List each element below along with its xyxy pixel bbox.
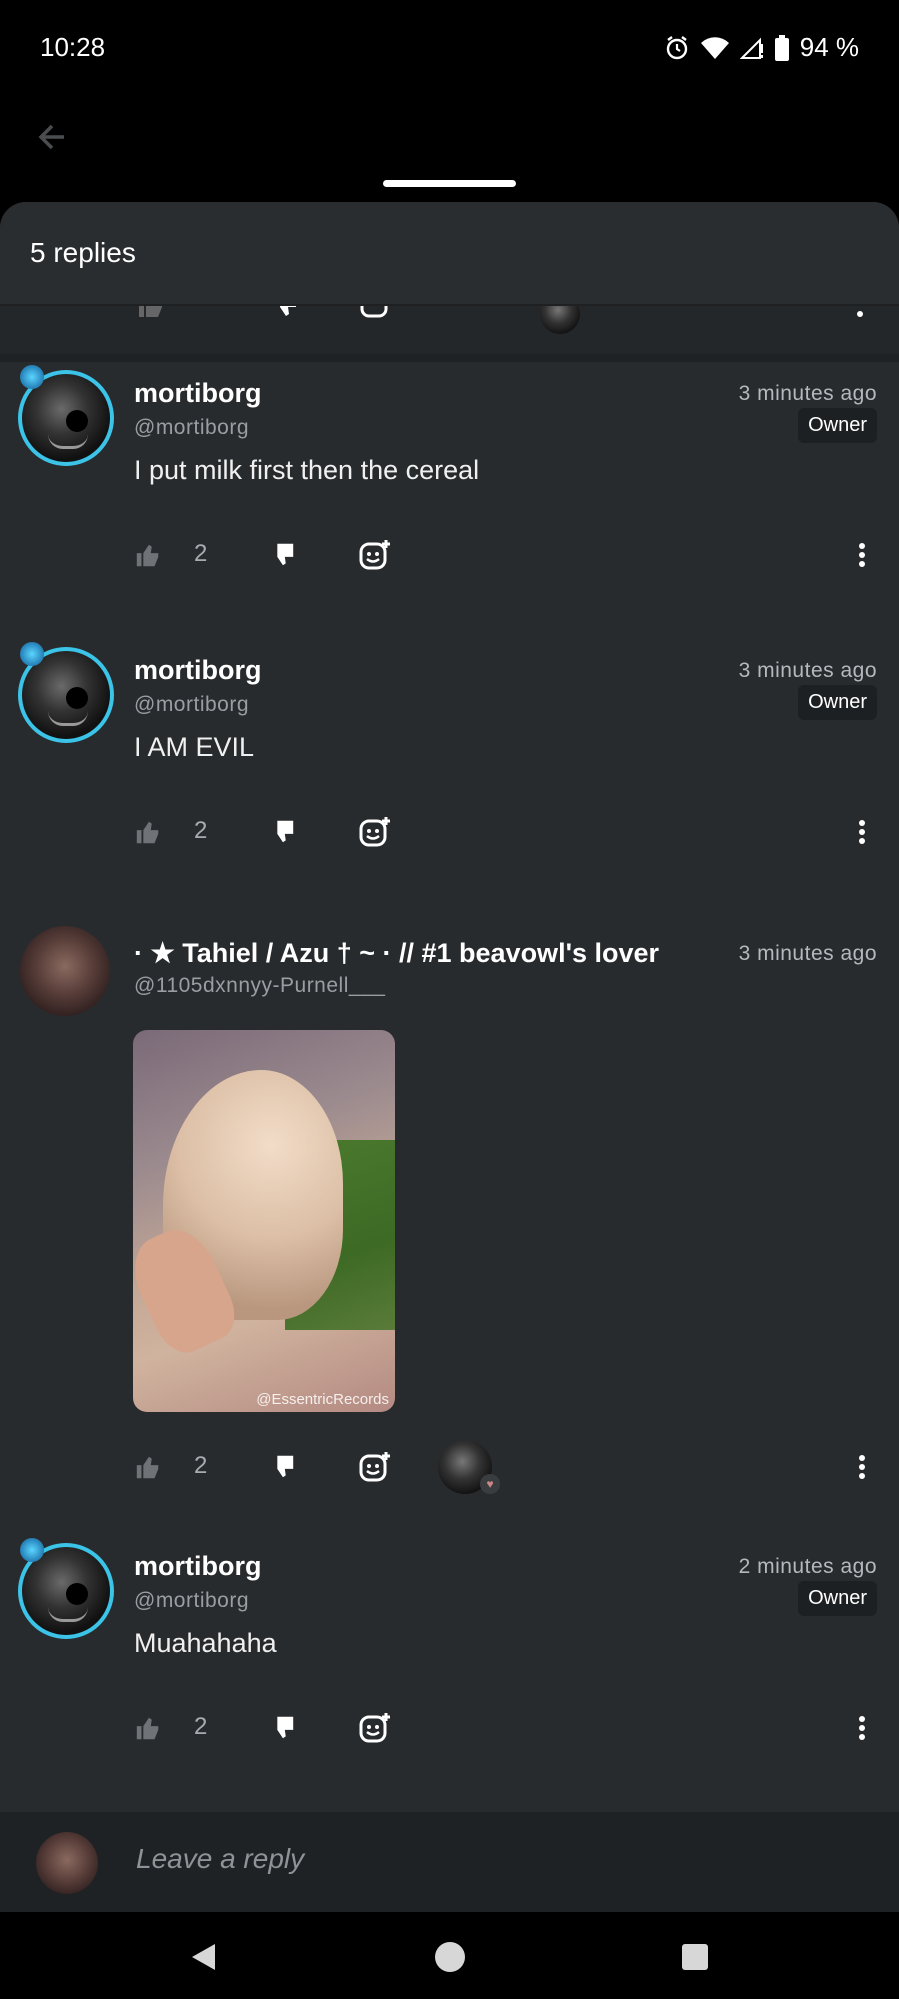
comment-author-handle[interactable]: @1105dxnnyy-Purnell___: [134, 974, 385, 998]
owner-badge: Owner: [798, 685, 877, 720]
status-bar: 10:28 94 %: [0, 0, 899, 95]
comment-author-handle[interactable]: @mortiborg: [134, 416, 249, 440]
owner-badge: Owner: [798, 408, 877, 443]
comment-actions: 2: [0, 532, 899, 578]
back-arrow-icon[interactable]: [30, 115, 74, 159]
like-count: 2: [194, 540, 208, 567]
comment-actions: 2: [0, 809, 899, 855]
comment-item: mortiborg @mortiborg 2 minutes ago Owner…: [0, 1533, 899, 1793]
current-user-avatar: [36, 1832, 98, 1894]
battery-percent: 94 %: [799, 32, 859, 62]
comment-timestamp: 2 minutes ago: [738, 1555, 877, 1578]
previous-comment-actions-peek: [0, 306, 899, 360]
heart-icon: ♥: [480, 1474, 500, 1494]
thumbs-down-icon[interactable]: [270, 306, 300, 325]
comment-text: Muahahaha: [134, 1628, 277, 1658]
comment-item: mortiborg @mortiborg 3 minutes ago Owner…: [0, 637, 899, 897]
home-circle-icon[interactable]: [425, 1932, 475, 1982]
comment-author-name[interactable]: mortiborg: [134, 655, 262, 686]
sheet-header: 5 replies: [0, 202, 899, 306]
flower-badge-icon: [20, 365, 44, 389]
comment-author-name[interactable]: · ★ Tahiel / Azu † ~ · // #1 beavowl's l…: [134, 938, 659, 969]
owner-badge: Owner: [798, 1581, 877, 1616]
recents-square-icon[interactable]: [670, 1932, 720, 1982]
sheet-drag-handle[interactable]: [383, 180, 516, 187]
more-options-icon[interactable]: [839, 1705, 885, 1751]
comment-timestamp: 3 minutes ago: [738, 382, 877, 405]
more-options-icon[interactable]: [839, 1444, 885, 1490]
add-reaction-icon[interactable]: [352, 1444, 398, 1490]
thumbs-down-icon[interactable]: [259, 1705, 305, 1751]
thumbs-down-icon[interactable]: [259, 1444, 305, 1490]
status-icons: 94 %: [664, 32, 859, 63]
replies-sheet: 5 replies mortiborg @mortiborg 3 minutes…: [0, 202, 899, 1912]
status-time: 10:28: [40, 32, 106, 62]
back-triangle-icon[interactable]: [178, 1932, 228, 1982]
system-nav-bar: [0, 1912, 899, 1999]
comment-actions: 2 ♥: [0, 1440, 899, 1494]
thumbs-up-icon[interactable]: [125, 1705, 171, 1751]
reply-input[interactable]: [134, 1842, 838, 1876]
add-reaction-icon[interactable]: [352, 1705, 398, 1751]
replies-count-title: 5 replies: [30, 237, 136, 268]
comment-author-handle[interactable]: @mortiborg: [134, 1589, 249, 1613]
more-options-icon[interactable]: [839, 532, 885, 578]
thumbs-up-icon[interactable]: [125, 809, 171, 855]
comment-text: I AM EVIL: [134, 732, 255, 762]
more-options-icon[interactable]: [856, 306, 864, 325]
comment-author-handle[interactable]: @mortiborg: [134, 693, 249, 717]
flower-badge-icon: [20, 642, 44, 666]
comment-timestamp: 3 minutes ago: [738, 942, 877, 965]
thumbs-down-icon[interactable]: [259, 809, 305, 855]
reply-composer: [0, 1812, 899, 1912]
signal-icon: [739, 36, 764, 60]
comment-actions: 2: [0, 1705, 899, 1751]
comment-timestamp: 3 minutes ago: [738, 659, 877, 682]
more-options-icon[interactable]: [839, 809, 885, 855]
like-count: 2: [194, 1452, 208, 1479]
battery-icon: [774, 34, 790, 61]
reactor-avatar: [540, 306, 580, 334]
thumbs-up-icon[interactable]: [125, 532, 171, 578]
comment-media-gif[interactable]: @EssentricRecords: [133, 1030, 395, 1412]
comment-item: mortiborg @mortiborg 3 minutes ago Owner…: [0, 360, 899, 620]
thumbs-down-icon[interactable]: [259, 532, 305, 578]
comment-author-name[interactable]: mortiborg: [134, 1551, 262, 1582]
like-count: 2: [194, 817, 208, 844]
flower-badge-icon: [20, 1538, 44, 1562]
add-reaction-icon[interactable]: [352, 809, 398, 855]
add-reaction-icon[interactable]: [352, 532, 398, 578]
comment-text: I put milk first then the cereal: [134, 455, 480, 485]
add-reaction-icon[interactable]: [360, 306, 390, 325]
avatar[interactable]: [20, 926, 110, 1016]
thumbs-up-icon[interactable]: [136, 306, 166, 325]
wifi-icon: [700, 36, 730, 60]
thumbs-up-icon[interactable]: [125, 1444, 171, 1490]
media-watermark: @EssentricRecords: [256, 1391, 389, 1408]
alarm-icon: [664, 35, 690, 61]
like-count: 2: [194, 1713, 208, 1740]
comment-author-name[interactable]: mortiborg: [134, 378, 262, 409]
